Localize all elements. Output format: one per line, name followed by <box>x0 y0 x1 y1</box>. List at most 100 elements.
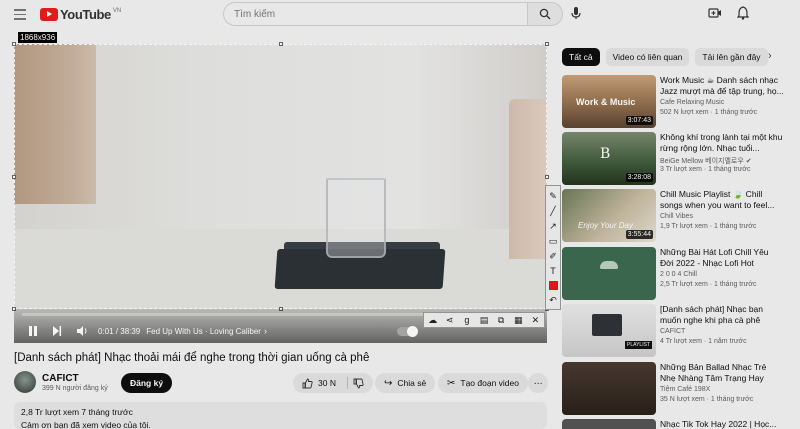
logo-region: VN <box>112 8 122 14</box>
text-icon[interactable]: T <box>550 266 556 276</box>
video-thumbnail[interactable]: Work & Music 3:07:43 <box>562 75 656 128</box>
recommendation-meta: 502 N lượt xem · 1 tháng trước <box>660 109 758 116</box>
notifications-bell-icon[interactable] <box>737 6 749 20</box>
chevron-right-icon[interactable]: › <box>768 50 772 62</box>
video-player[interactable] <box>14 44 547 343</box>
thumbnail-text: B <box>600 146 611 162</box>
recommendation-channel: 2 0 0 4 Chill <box>660 271 697 278</box>
cloud-upload-icon[interactable]: ☁ <box>427 315 439 326</box>
recommendation-title: Chill Music Playlist 🍃 Chill songs when … <box>660 189 775 210</box>
marker-icon[interactable]: ✐ <box>549 251 557 261</box>
recommendation-meta: 1,9 Tr lượt xem · 1 tháng trước <box>660 223 757 230</box>
recommendation-channel: Chill Vibes <box>660 213 693 220</box>
thumbs-down-icon[interactable] <box>353 378 364 389</box>
recommendation-item[interactable]: PLAYLIST [Danh sách phát] Nhạc bạn muốn … <box>562 304 792 358</box>
selection-handle[interactable] <box>545 42 549 46</box>
volume-icon[interactable] <box>76 325 88 337</box>
recommendation-title: Những Bài Hát Lofi Chill Yêu Đời 2022 - … <box>660 247 769 268</box>
selection-handle[interactable] <box>279 42 283 46</box>
print-icon[interactable]: ▤ <box>478 315 490 326</box>
video-thumbnail[interactable]: B 3:28:08 <box>562 132 656 185</box>
selection-handle[interactable] <box>12 42 16 46</box>
channel-avatar[interactable] <box>14 371 36 393</box>
description-box[interactable]: 2,8 Tr lượt xem 7 tháng trước Cảm ơn bạn… <box>14 402 547 429</box>
video-thumbnail[interactable]: PLAYLIST <box>562 304 656 357</box>
share-button[interactable]: ↪ Chia sẻ <box>375 373 436 393</box>
recommendation-item[interactable]: Những Bản Ballad Nhạc Trẻ Nhẹ Nhàng Tâm … <box>562 362 792 416</box>
copy-icon[interactable]: ⧉ <box>495 315 507 326</box>
thumbnail-text: Enjoy Your Day <box>578 221 633 230</box>
pause-icon[interactable] <box>28 325 38 337</box>
search-input[interactable] <box>223 2 527 26</box>
video-frame-bag <box>509 99 547 259</box>
capture-toolbar: ☁ ⋖ g ▤ ⧉ ▦ ✕ <box>423 312 545 328</box>
search-icon <box>539 8 551 20</box>
chip-recent-uploads[interactable]: Tải lên gần đây <box>695 48 768 66</box>
share-icon[interactable]: ⋖ <box>444 315 456 326</box>
menu-icon[interactable] <box>14 9 26 20</box>
recommendation-item[interactable]: Enjoy Your Day 3:55:44 Chill Music Playl… <box>562 189 792 243</box>
chip-related[interactable]: Video có liên quan <box>605 48 690 66</box>
video-frame-door <box>14 44 96 204</box>
create-video-icon[interactable] <box>708 6 722 20</box>
more-actions-button[interactable]: ⋯ <box>528 373 548 393</box>
clip-label: Tạo đoạn video <box>460 378 519 388</box>
recommendation-meta: 2,5 Tr lượt xem · 1 tháng trước <box>660 281 757 288</box>
selection-handle[interactable] <box>12 175 16 179</box>
undo-icon[interactable]: ↶ <box>549 295 557 305</box>
video-thumbnail[interactable] <box>562 419 656 429</box>
recommendation-item[interactable]: Nhạc Tik Tok Hay 2022 | Học... <box>562 419 792 429</box>
video-title: [Danh sách phát] Nhạc thoải mái để nghe … <box>14 352 370 364</box>
more-horizontal-icon: ⋯ <box>533 377 543 388</box>
video-thumbnail[interactable] <box>562 247 656 300</box>
recommendation-channel: Cafe Relaxing Music <box>660 99 725 106</box>
line-icon[interactable]: ╱ <box>550 206 555 216</box>
arrow-icon[interactable]: ↗ <box>549 221 557 231</box>
selection-handle[interactable] <box>545 175 549 179</box>
close-icon[interactable]: ✕ <box>529 315 541 326</box>
thumbnail-graphic <box>592 314 622 336</box>
channel-name[interactable]: CAFICT <box>42 373 79 384</box>
recommendation-item[interactable]: Những Bài Hát Lofi Chill Yêu Đời 2022 - … <box>562 247 792 301</box>
recommendation-title: Không khí trong lành tại một khu rừng rộ… <box>660 132 783 153</box>
search-button[interactable] <box>527 2 563 26</box>
like-divider <box>346 377 348 389</box>
duration-badge: 3:07:43 <box>625 116 653 125</box>
autoplay-toggle[interactable] <box>397 325 418 337</box>
recommendation-title: Nhạc Tik Tok Hay 2022 | Học... <box>660 419 777 429</box>
masthead: YouTube VN <box>0 0 800 28</box>
recommendation-channel: CAFICT <box>660 328 686 335</box>
pen-icon[interactable]: ✎ <box>549 191 557 201</box>
subscribe-button[interactable]: Đăng ký <box>121 373 173 393</box>
recommendation-channel: Tiệm Café 198X <box>660 386 711 393</box>
mic-icon[interactable] <box>570 6 582 20</box>
google-search-icon[interactable]: g <box>461 315 473 325</box>
recommendation-title: Những Bản Ballad Nhạc Trẻ Nhẹ Nhàng Tâm … <box>660 362 767 383</box>
recommendation-item[interactable]: B 3:28:08 Không khí trong lành tại một k… <box>562 132 792 186</box>
video-thumbnail[interactable] <box>562 362 656 415</box>
recommendation-title: Work Music ☕ Danh sách nhạc Jazz mượt mà… <box>660 75 784 96</box>
filter-chips: Tất cả Video có liên quan Tải lên gần đâ… <box>562 48 768 66</box>
youtube-play-icon <box>40 8 58 21</box>
thumbs-up-icon <box>302 378 313 388</box>
save-icon[interactable]: ▦ <box>512 315 524 326</box>
chevron-right-icon: › <box>263 326 267 336</box>
like-count: 30 N <box>318 378 336 388</box>
share-arrow-icon: ↪ <box>384 377 393 389</box>
recommendation-item[interactable]: Work & Music 3:07:43 Work Music ☕ Danh s… <box>562 75 792 129</box>
rectangle-icon[interactable]: ▭ <box>549 236 558 246</box>
like-button[interactable]: 30 N <box>293 373 373 393</box>
chip-all[interactable]: Tất cả <box>562 48 600 66</box>
next-icon[interactable] <box>52 325 62 337</box>
search-box <box>223 2 563 26</box>
color-swatch[interactable] <box>548 280 558 290</box>
share-label: Chia sẻ <box>397 378 427 388</box>
recommendation-meta: 3 Tr lượt xem · 1 tháng trước <box>660 166 751 173</box>
video-thumbnail[interactable]: Enjoy Your Day 3:55:44 <box>562 189 656 242</box>
duration-badge: 3:55:44 <box>625 230 653 239</box>
youtube-logo[interactable]: YouTube VN <box>40 7 121 22</box>
clip-button[interactable]: ✂ Tạo đoạn video <box>438 373 528 393</box>
description-text: Cảm ơn bạn đã xem video của tôi. <box>21 420 151 429</box>
time-display: 0:01 / 38:39 <box>98 326 141 336</box>
chapter-title[interactable]: Fed Up With Us · Loving Caliber <box>146 327 261 336</box>
